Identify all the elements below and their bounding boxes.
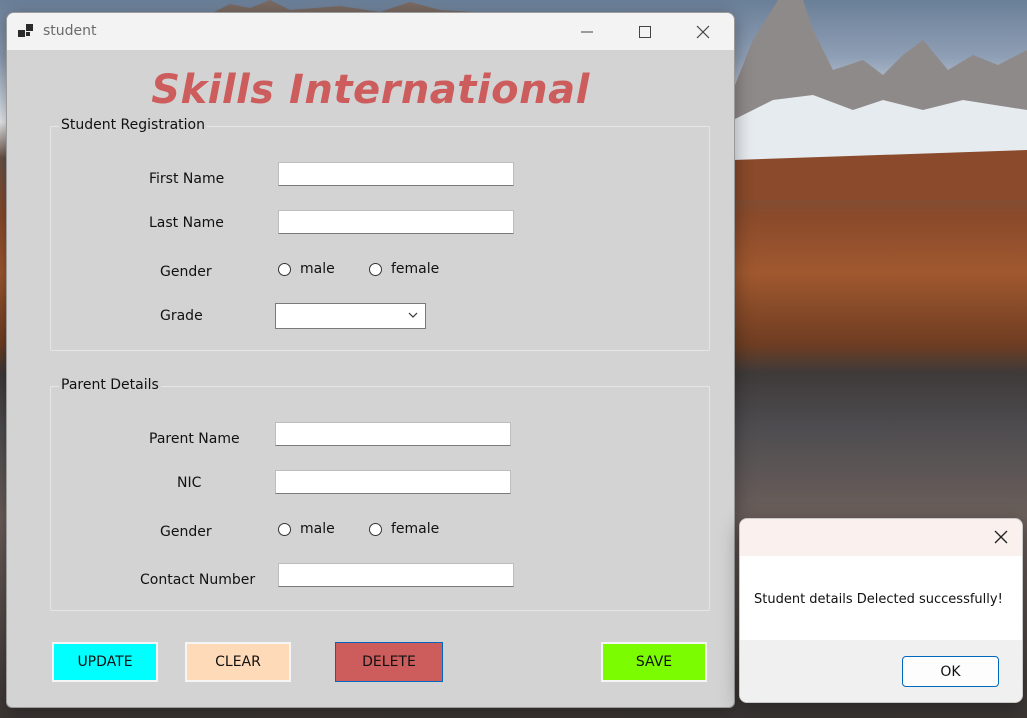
student-gender-label: Gender [160,264,212,280]
message-dialog: Student details Delected successfully! O… [739,518,1023,703]
male-label: male [300,521,335,537]
title-bar[interactable]: student [7,13,734,50]
last-name-input[interactable] [278,210,514,234]
ok-button[interactable]: OK [902,656,999,687]
nic-input[interactable] [275,470,511,494]
parent-gender-female-radio[interactable]: female [369,521,439,537]
close-icon [696,25,710,38]
parent-details-legend: Parent Details [59,377,161,393]
dialog-footer: OK [740,640,1022,702]
minimize-button[interactable] [558,13,616,50]
update-button[interactable]: UPDATE [52,642,158,682]
grade-label: Grade [160,308,203,324]
maximize-button[interactable] [616,13,674,50]
dialog-message: Student details Delected successfully! [754,592,1003,607]
student-window: student Skills International Student Reg… [6,12,735,708]
female-label: female [391,521,440,537]
female-label: female [391,261,440,277]
parent-name-label: Parent Name [149,431,240,447]
delete-button[interactable]: DELETE [335,642,443,682]
mountain-scenery [733,0,1027,200]
brand-heading: Skills International [151,67,590,113]
radio-circle [278,262,291,276]
male-label: male [300,261,335,277]
radio-circle [369,522,382,536]
dialog-title-bar[interactable] [740,519,1022,556]
nic-label: NIC [177,475,202,491]
student-gender-female-radio[interactable]: female [369,261,439,277]
close-icon[interactable] [994,530,1008,544]
parent-gender-label: Gender [160,524,212,540]
minimize-icon [581,31,593,32]
last-name-label: Last Name [149,215,224,231]
clear-button[interactable]: CLEAR [185,642,291,682]
radio-circle [369,262,382,276]
first-name-label: First Name [149,171,225,187]
window-title: student [43,23,97,39]
contact-number-input[interactable] [278,563,514,587]
student-registration-legend: Student Registration [59,117,207,133]
parent-name-input[interactable] [275,422,511,446]
first-name-input[interactable] [278,162,514,186]
student-gender-male-radio[interactable]: male [278,261,335,277]
app-icon [18,24,33,37]
save-button[interactable]: SAVE [601,642,707,682]
chevron-down-icon [408,312,418,318]
parent-gender-male-radio[interactable]: male [278,521,335,537]
radio-circle [278,522,291,536]
maximize-icon [639,25,651,38]
grade-dropdown[interactable] [275,303,426,329]
close-button[interactable] [674,13,732,50]
contact-number-label: Contact Number [140,572,256,588]
